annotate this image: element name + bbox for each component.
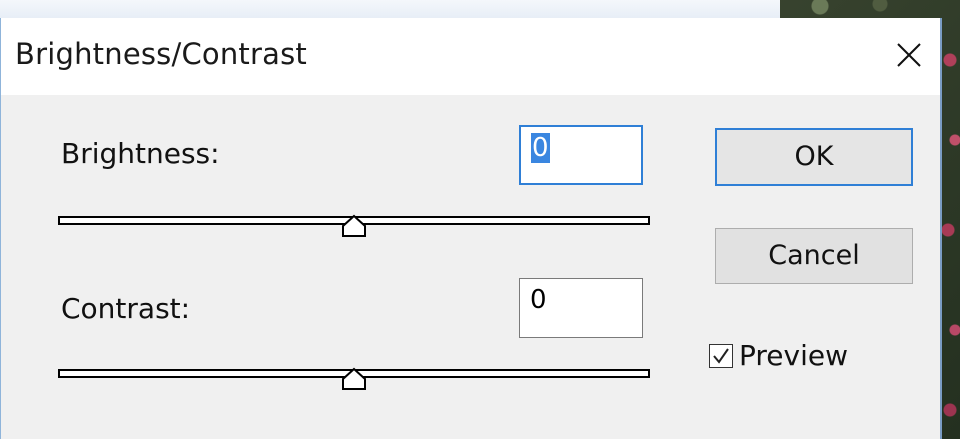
- contrast-label: Contrast:: [61, 292, 191, 325]
- close-icon: [886, 32, 932, 78]
- title-bar[interactable]: Brightness/Contrast: [1, 18, 940, 95]
- dialog-title: Brightness/Contrast: [15, 37, 307, 71]
- brightness-contrast-dialog: Brightness/Contrast Brightness: 0 Contra…: [0, 18, 942, 439]
- ok-button[interactable]: OK: [715, 128, 913, 186]
- dialog-body: Brightness: 0 Contrast: 0 OK Cancel Prev…: [1, 95, 940, 439]
- brightness-slider-thumb[interactable]: [341, 214, 367, 238]
- close-button[interactable]: [886, 32, 932, 78]
- brightness-label: Brightness:: [61, 137, 220, 170]
- preview-label: Preview: [739, 339, 848, 372]
- contrast-value: 0: [530, 285, 547, 315]
- brightness-value: 0: [531, 133, 550, 163]
- contrast-input[interactable]: 0: [519, 278, 643, 338]
- contrast-slider-thumb[interactable]: [341, 367, 367, 391]
- preview-checkbox[interactable]: [709, 343, 733, 368]
- preview-toggle[interactable]: Preview: [709, 339, 848, 372]
- cancel-button[interactable]: Cancel: [715, 228, 913, 284]
- window-top-edge: [0, 0, 780, 20]
- brightness-input[interactable]: 0: [519, 125, 643, 185]
